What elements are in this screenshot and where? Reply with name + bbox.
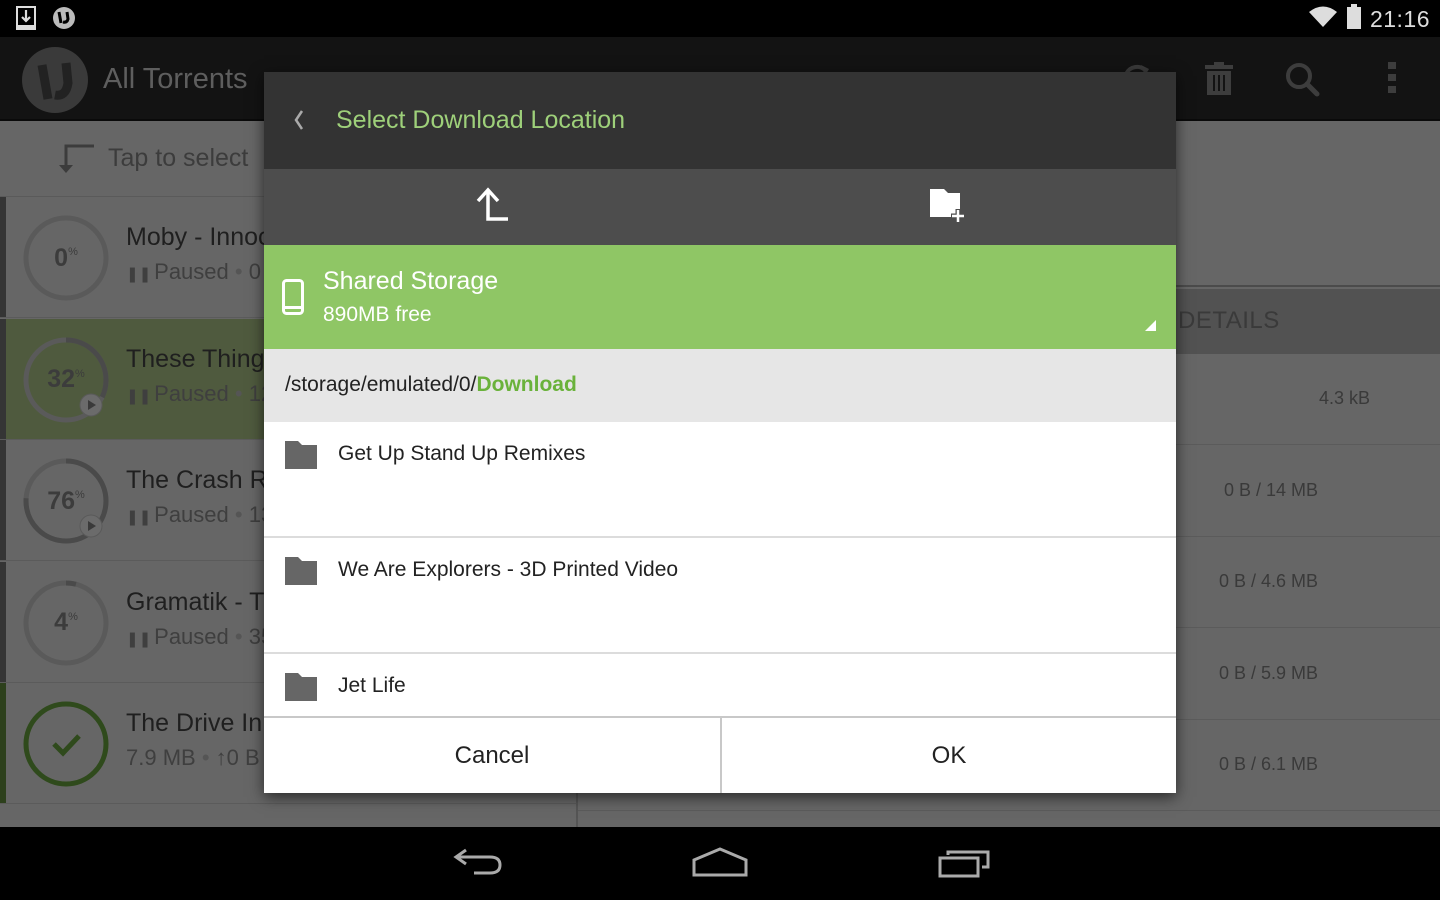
progress-percent: 0% <box>54 243 78 272</box>
folder-icon <box>285 441 317 469</box>
folder-item[interactable]: We Are Explorers - 3D Printed Video <box>264 538 1176 654</box>
path-current-folder[interactable]: Download <box>476 373 576 396</box>
dialog-header: Select Download Location <box>264 72 1176 169</box>
row-status-edge <box>0 683 6 803</box>
dropdown-caret-icon <box>1145 320 1156 331</box>
screen: 21:16 All Torrents Tap to select 0% Moby … <box>0 0 1440 900</box>
file-size: 0 B / 5.9 MB <box>1218 663 1318 683</box>
file-size: 0 B / 4.6 MB <box>1218 571 1318 591</box>
folder-item[interactable]: Get Up Stand Up Remixes <box>264 422 1176 538</box>
dialog-back-chevron-icon[interactable] <box>288 105 312 135</box>
storage-selector[interactable]: Shared Storage 890MB free <box>264 245 1176 349</box>
recent-apps-icon[interactable] <box>934 845 998 885</box>
wifi-full-icon <box>1308 5 1338 34</box>
delete-icon[interactable] <box>1199 59 1239 99</box>
folder-up-icon <box>472 185 512 230</box>
current-path: /storage/emulated/0/Download <box>264 349 1176 422</box>
torrent-status: ❚❚ Paused • 12 <box>126 380 274 406</box>
checkmark-icon <box>52 734 81 757</box>
file-size: 0 B / 14 MB <box>1223 480 1318 500</box>
progress-percent: 76% <box>47 486 85 515</box>
progress-percent: 32% <box>47 365 85 393</box>
row-status-edge <box>0 197 6 317</box>
navigation-bar <box>0 827 1440 900</box>
folder-list: Get Up Stand Up Remixes We Are Explorers … <box>264 422 1176 716</box>
pause-icon: ❚❚ <box>126 630 152 648</box>
new-folder-button[interactable] <box>720 169 1176 245</box>
folder-up-button[interactable] <box>264 169 720 245</box>
new-folder-icon <box>928 185 968 230</box>
battery-full-icon <box>1346 4 1362 35</box>
home-icon[interactable] <box>688 845 752 885</box>
progress-ring <box>23 701 109 787</box>
torrent-status: ❚❚Paused • 0 B <box>126 259 282 284</box>
torrent-name: Moby - Innoc <box>126 223 271 251</box>
select-arrow-icon <box>54 143 96 180</box>
row-status-edge <box>0 318 6 439</box>
overflow-menu-icon[interactable] <box>1372 59 1412 99</box>
path-prefix: /storage/emulated/0/ <box>285 373 477 396</box>
torrent-status: ❚❚ Paused • 13 <box>126 502 274 527</box>
download-complete-icon <box>16 6 36 35</box>
file-size: 0 B / 6.1 MB <box>1218 754 1318 774</box>
file-size: 4.3 kB <box>1318 388 1370 408</box>
select-download-location-dialog: Select Download Location Shared Storage … <box>264 72 1176 793</box>
progress-percent: 4% <box>54 608 78 636</box>
torrent-name: These Thing <box>126 344 265 373</box>
cancel-button[interactable]: Cancel <box>264 718 720 793</box>
folder-icon <box>285 557 317 585</box>
status-bar: 21:16 <box>0 0 1440 37</box>
folder-icon <box>285 673 317 701</box>
row-status-edge <box>0 440 6 560</box>
upload-arrow-icon: ↑ <box>215 745 227 770</box>
storage-free-space: 890MB free <box>323 303 432 326</box>
dialog-buttons: Cancel OK <box>264 716 1176 793</box>
ok-button[interactable]: OK <box>720 718 1176 793</box>
dialog-toolbar <box>264 169 1176 245</box>
torrent-status: ❚❚ Paused • 35 <box>126 623 274 649</box>
back-icon[interactable] <box>446 845 510 885</box>
search-icon[interactable] <box>1282 59 1322 99</box>
tab-details[interactable]: DETAILS <box>1178 307 1280 335</box>
app-logo[interactable] <box>22 47 88 113</box>
app-title: All Torrents <box>103 63 248 95</box>
phone-storage-icon <box>282 279 304 315</box>
folder-item[interactable]: Jet Life <box>264 654 1176 716</box>
torrent-status: 7.9 MB • ↑0 B <box>126 745 260 770</box>
torrent-name: Gramatik - T <box>126 587 265 616</box>
utorrent-icon <box>52 6 76 35</box>
folder-name: Get Up Stand Up Remixes <box>338 442 586 465</box>
dialog-title: Select Download Location <box>336 106 626 134</box>
torrent-name: The Crash R <box>126 466 268 494</box>
pause-icon: ❚❚ <box>126 387 152 405</box>
folder-name: We Are Explorers - 3D Printed Video <box>338 558 679 581</box>
row-status-edge <box>0 561 6 682</box>
storage-name: Shared Storage <box>323 267 499 295</box>
torrent-name: The Drive In <box>126 709 263 737</box>
pause-icon: ❚❚ <box>126 266 152 283</box>
folder-name: Jet Life <box>338 674 406 697</box>
pause-icon: ❚❚ <box>126 509 152 526</box>
tap-to-select-label: Tap to select <box>108 144 249 172</box>
clock: 21:16 <box>1369 6 1430 32</box>
